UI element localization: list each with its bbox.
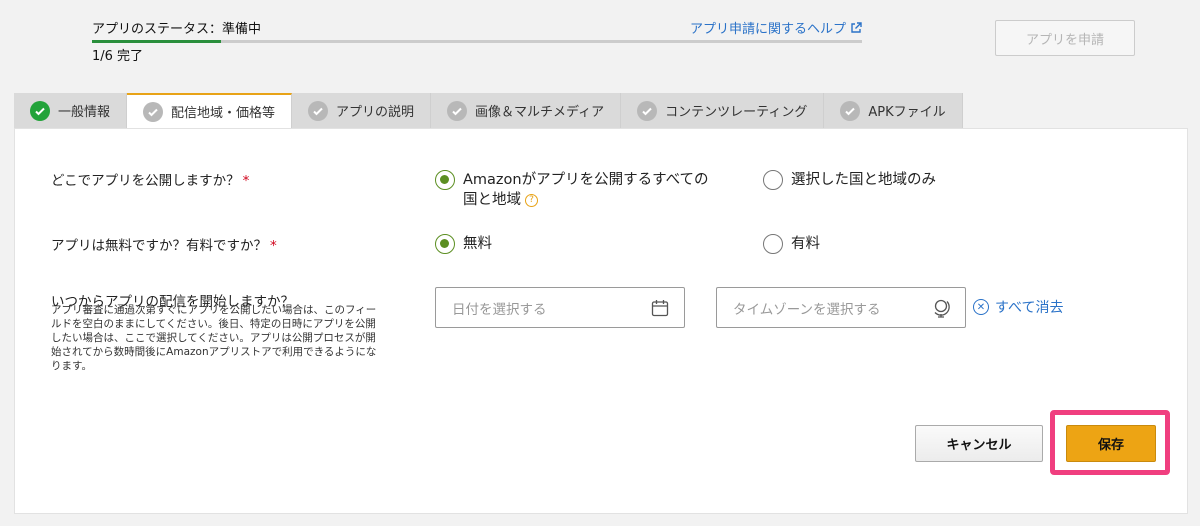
date-placeholder: 日付を選択する xyxy=(452,301,547,318)
timezone-select-input[interactable]: タイムゾーンを選択する xyxy=(716,287,966,328)
radio-button[interactable] xyxy=(435,170,455,190)
radio-button[interactable] xyxy=(763,234,783,254)
status-block: アプリのステータス：準備中 1/6 完了 アプリ申請に関するヘルプ xyxy=(92,18,862,64)
help-link[interactable]: アプリ申請に関するヘルプ xyxy=(690,18,862,37)
tab-label: コンテンツレーティング xyxy=(665,105,808,120)
radio-label: 有料 xyxy=(791,236,820,252)
progress-bar xyxy=(92,40,862,43)
tab-apk-file[interactable]: APKファイル xyxy=(824,93,963,128)
calendar-icon xyxy=(651,299,669,316)
form-panel: どこでアプリを公開しますか？ * Amazonがアプリを公開するすべての 国と地域… xyxy=(14,128,1188,514)
tab-app-description[interactable]: アプリの説明 xyxy=(292,93,432,128)
check-icon xyxy=(308,100,329,121)
radio-option-all-regions[interactable]: Amazonがアプリを公開するすべての 国と地域? xyxy=(435,170,709,210)
question-label: アプリは無料ですか？有料ですか？ xyxy=(51,238,267,254)
tab-distribution-pricing[interactable]: 配信地域・価格等 xyxy=(127,93,293,128)
tab-label: アプリの説明 xyxy=(336,105,415,120)
clear-all-label: すべて消去 xyxy=(995,300,1064,316)
tab-images-multimedia[interactable]: 画像＆マルチメディア xyxy=(431,93,622,128)
progress-count: 1/6 完了 xyxy=(92,49,144,64)
external-link-icon xyxy=(851,21,862,33)
check-icon xyxy=(143,101,164,122)
required-mark: * xyxy=(242,173,250,189)
save-button[interactable]: 保存 xyxy=(1066,425,1156,462)
radio-button[interactable] xyxy=(435,234,455,254)
clear-icon: ✕ xyxy=(973,299,989,315)
radio-label: Amazonがアプリを公開するすべての 国と地域? xyxy=(463,172,709,208)
tab-label: 画像＆マルチメディア xyxy=(475,105,605,120)
globe-icon xyxy=(934,299,950,318)
question-pricing: アプリは無料ですか？有料ですか？ * xyxy=(51,234,277,254)
step-tabs: 一般情報 配信地域・価格等 アプリの説明 画像＆マルチメディア コンテンツレーテ… xyxy=(14,93,963,128)
help-question-icon[interactable]: ? xyxy=(525,193,538,207)
tab-label: 配信地域・価格等 xyxy=(171,106,276,121)
required-mark: * xyxy=(270,238,277,254)
radio-option-paid[interactable]: 有料 xyxy=(763,234,820,254)
radio-label: 無料 xyxy=(463,236,492,252)
radio-option-free[interactable]: 無料 xyxy=(435,234,492,254)
check-icon xyxy=(637,100,658,121)
radio-option-selected-regions[interactable]: 選択した国と地域のみ xyxy=(763,170,936,190)
tab-general-info[interactable]: 一般情報 xyxy=(14,93,128,128)
progress-fill xyxy=(92,40,221,43)
tab-label: 一般情報 xyxy=(58,105,111,120)
submit-app-button[interactable]: アプリを申請 xyxy=(995,20,1135,56)
tab-content-rating[interactable]: コンテンツレーティング xyxy=(621,93,825,128)
timezone-placeholder: タイムゾーンを選択する xyxy=(733,301,881,318)
date-picker-input[interactable]: 日付を選択する xyxy=(435,287,685,328)
release-date-description: アプリ審査に通過次第すぐにアプリを公開したい場合は、このフィールドを空白のままに… xyxy=(51,304,377,372)
check-icon xyxy=(30,100,50,121)
tab-label: APKファイル xyxy=(868,105,946,120)
question-where: どこでアプリを公開しますか？ * xyxy=(51,169,249,189)
question-label: どこでアプリを公開しますか？ xyxy=(51,173,240,189)
radio-button[interactable] xyxy=(763,170,783,190)
cancel-button[interactable]: キャンセル xyxy=(915,425,1043,462)
clear-all-link[interactable]: ✕ すべて消去 xyxy=(973,297,1063,317)
help-link-label: アプリ申請に関するヘルプ xyxy=(689,22,846,37)
radio-label: 選択した国と地域のみ xyxy=(791,172,936,188)
check-icon xyxy=(840,100,861,121)
check-icon xyxy=(447,100,468,121)
